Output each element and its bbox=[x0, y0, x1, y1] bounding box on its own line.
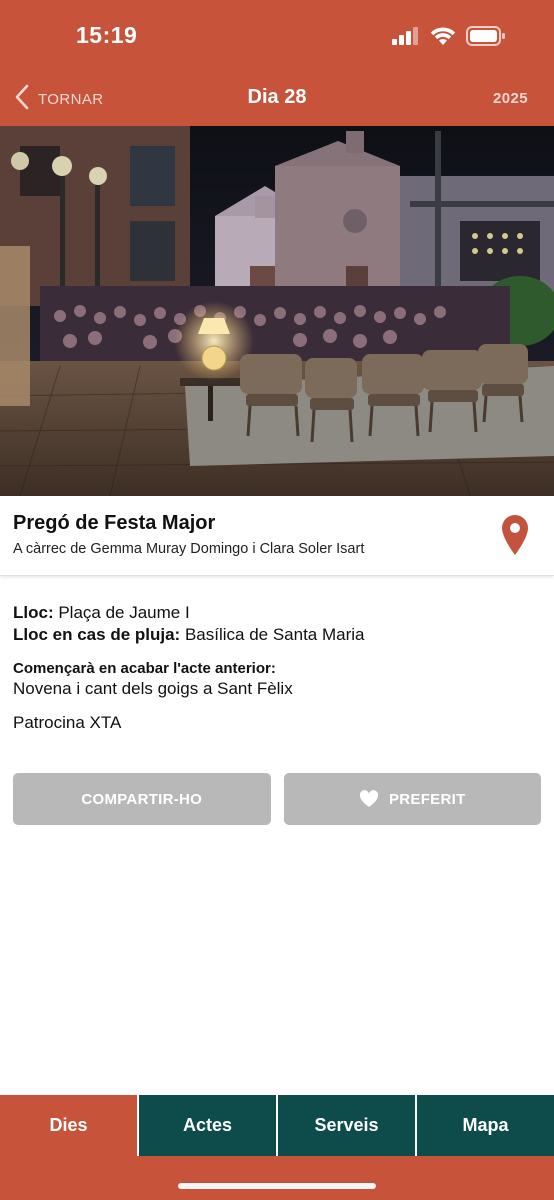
place-value: Plaça de Jaume I bbox=[58, 603, 190, 622]
page-title: Dia 28 bbox=[247, 86, 307, 108]
tab-dies[interactable]: Dies bbox=[0, 1095, 137, 1156]
place-row: Lloc: Plaça de Jaume I bbox=[13, 602, 543, 624]
year-label: 2025 bbox=[493, 90, 528, 107]
nav-bar: TORNAR Dia 28 2025 bbox=[0, 74, 554, 126]
rain-place-value: Basílica de Santa Maria bbox=[184, 625, 365, 644]
share-button[interactable]: COMPARTIR-HO bbox=[13, 773, 271, 825]
event-photo bbox=[0, 126, 554, 496]
share-label: COMPARTIR-HO bbox=[81, 790, 203, 808]
rain-place-label: Lloc en cas de pluja: bbox=[13, 625, 181, 644]
battery-icon bbox=[466, 26, 505, 46]
status-time: 15:19 bbox=[76, 22, 138, 48]
tab-bar: Dies Actes Serveis Mapa bbox=[0, 1095, 554, 1200]
start-label: Començarà en acabar l'acte anterior: bbox=[13, 660, 276, 677]
action-buttons: COMPARTIR-HO PREFERIT bbox=[13, 773, 541, 825]
location-pin-button[interactable] bbox=[500, 514, 530, 561]
event-details: Lloc: Plaça de Jaume I Lloc en cas de pl… bbox=[13, 602, 543, 734]
start-value: Novena i cant dels goigs a Sant Fèlix bbox=[13, 679, 293, 698]
tab-serveis[interactable]: Serveis bbox=[276, 1095, 415, 1156]
event-title: Pregó de Festa Major bbox=[13, 512, 216, 534]
status-bar: 15:19 bbox=[0, 0, 554, 74]
rain-place-row: Lloc en cas de pluja: Basílica de Santa … bbox=[13, 624, 543, 646]
location-pin-icon bbox=[502, 515, 528, 555]
signal-icon bbox=[392, 27, 418, 45]
sponsor-text: Patrocina XTA bbox=[13, 713, 122, 732]
favorite-label: PREFERIT bbox=[388, 790, 466, 808]
tab-actes[interactable]: Actes bbox=[137, 1095, 276, 1156]
tab-mapa[interactable]: Mapa bbox=[415, 1095, 554, 1156]
wifi-icon bbox=[430, 26, 456, 45]
status-icons bbox=[392, 26, 506, 46]
home-indicator bbox=[178, 1183, 376, 1189]
favorite-button[interactable]: PREFERIT bbox=[283, 773, 541, 825]
place-label: Lloc: bbox=[13, 603, 54, 622]
event-header: Pregó de Festa Major A càrrec de Gemma M… bbox=[0, 496, 554, 576]
event-subtitle: A càrrec de Gemma Muray Domingo i Clara … bbox=[13, 541, 365, 557]
heart-icon bbox=[359, 790, 379, 807]
